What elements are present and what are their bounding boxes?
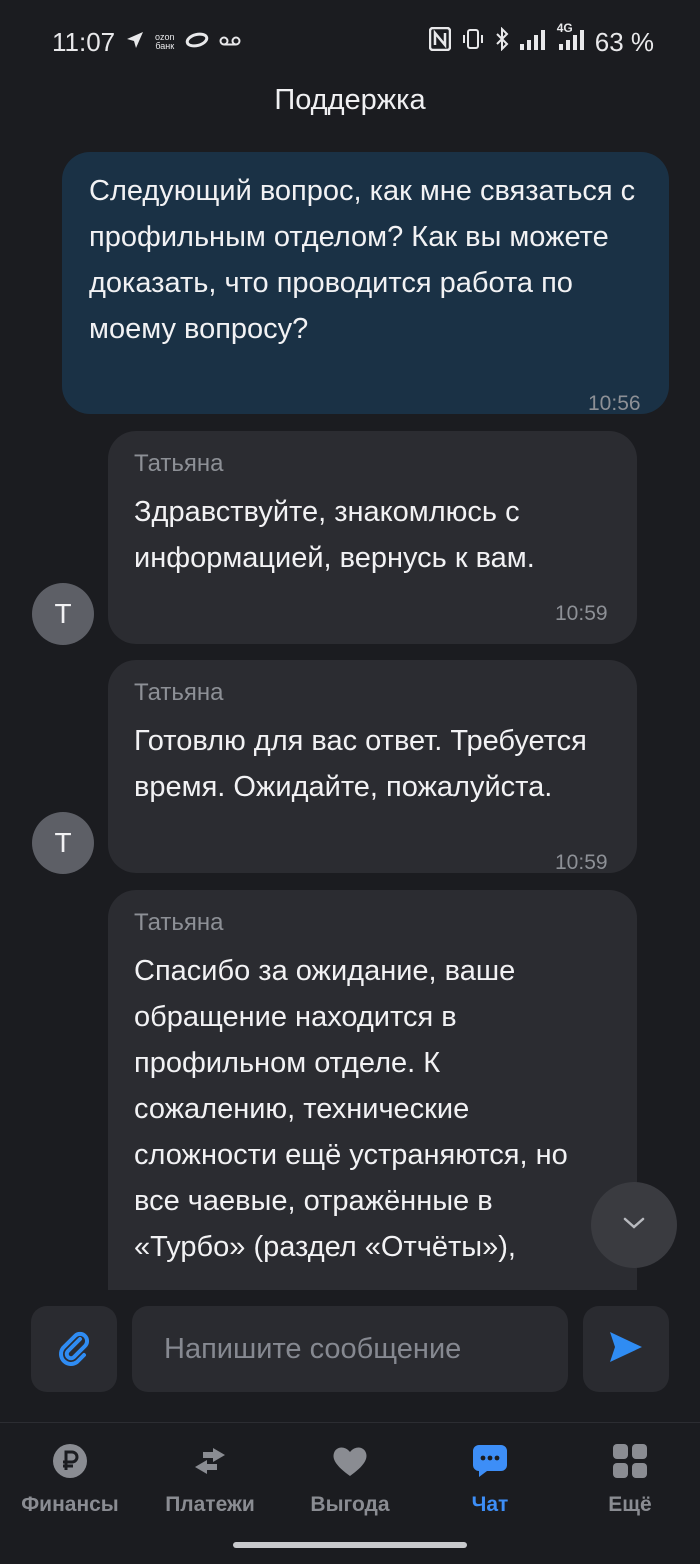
avatar: Т [32, 812, 94, 874]
incoming-message[interactable]: Татьяна Готовлю для вас ответ. Требуется… [108, 660, 637, 874]
scroll-down-button[interactable] [591, 1182, 677, 1268]
chevron-down-icon [622, 1216, 646, 1235]
message-author: Татьяна [134, 450, 224, 477]
page-title: Поддержка [274, 84, 426, 116]
nav-item-more[interactable]: Ещё [560, 1441, 700, 1517]
voicemail-icon [219, 32, 241, 53]
ozon-bank-bottom: банк [155, 41, 175, 51]
status-right-icons: 4G 63 % [428, 21, 654, 58]
status-bar: 11:07 ozon банк 4G 63 % [0, 0, 700, 80]
home-indicator[interactable] [233, 1542, 467, 1548]
nav-item-payments[interactable]: Платежи [140, 1441, 280, 1517]
message-author: Татьяна [134, 909, 224, 936]
message-text: Здравствуйте, знакомлюсь с информацией, … [134, 496, 535, 574]
message-time: 10:56 [588, 392, 641, 415]
avatar: Т [32, 583, 94, 645]
chat-bubble-icon [470, 1441, 510, 1481]
signal-4g-icon: 4G [555, 21, 585, 58]
message-time: 10:59 [555, 851, 608, 874]
nav-label: Платежи [165, 1493, 255, 1516]
battery-level: 63 % [594, 27, 654, 57]
signal-icon [519, 27, 545, 58]
message-text: Спасибо за ожидание, ваше обращение нахо… [134, 955, 568, 1263]
ozon-bank-icon: ozon банк [155, 33, 175, 51]
message-input[interactable] [132, 1306, 568, 1392]
network-type: 4G [556, 21, 573, 35]
message-author: Татьяна [134, 679, 224, 706]
attach-button[interactable] [31, 1306, 117, 1392]
navigation-arrow-icon [125, 30, 145, 55]
send-button[interactable] [583, 1306, 669, 1392]
grid-icon [610, 1441, 650, 1481]
outgoing-message[interactable]: Следующий вопрос, как мне связаться с пр… [62, 152, 669, 415]
paperclip-icon [54, 1327, 94, 1372]
heart-icon [330, 1441, 370, 1481]
send-icon [608, 1330, 644, 1369]
nfc-icon [428, 26, 451, 58]
chat-message-list[interactable]: Следующий вопрос, как мне связаться с пр… [0, 150, 700, 1290]
message-composer [0, 1290, 700, 1420]
incoming-message[interactable]: Татьяна Спасибо за ожидание, ваше обраще… [108, 890, 637, 1290]
transfer-arrows-icon [190, 1441, 230, 1481]
message-text: Следующий вопрос, как мне связаться с пр… [89, 175, 636, 345]
incoming-message[interactable]: Татьяна Здравствуйте, знакомлюсь с инфор… [108, 431, 637, 644]
nav-item-chat[interactable]: Чат [420, 1441, 560, 1517]
nav-label: Ещё [608, 1493, 652, 1516]
vibrate-icon [461, 27, 485, 58]
nav-item-benefits[interactable]: Выгода [280, 1441, 420, 1517]
status-left-icons: ozon банк [125, 28, 241, 56]
status-time: 11:07 [52, 27, 116, 57]
nav-label: Чат [471, 1493, 509, 1516]
nav-item-finance[interactable]: Финансы [0, 1441, 140, 1517]
bluetooth-icon [495, 26, 509, 58]
ruble-icon [50, 1441, 90, 1481]
nav-label: Выгода [310, 1493, 390, 1516]
message-time: 10:59 [555, 602, 608, 625]
ozon-logo-icon [185, 32, 209, 53]
message-text: Готовлю для вас ответ. Требуется время. … [134, 725, 587, 803]
nav-label: Финансы [21, 1493, 119, 1516]
